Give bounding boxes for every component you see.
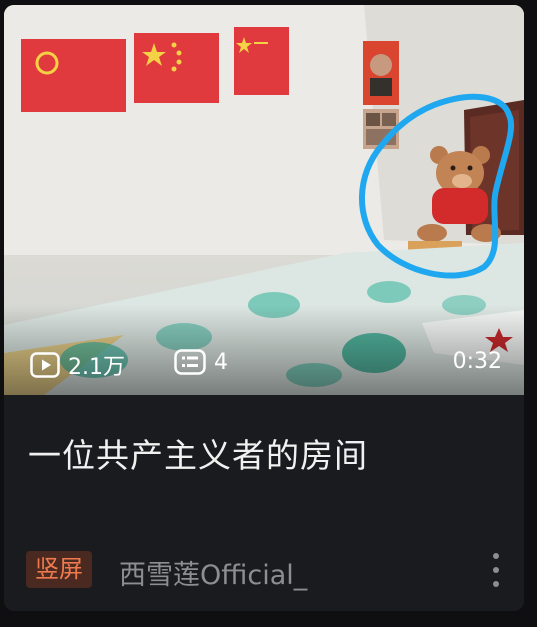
video-title[interactable]: 一位共产主义者的房间 (28, 429, 504, 477)
play-icon (30, 352, 60, 378)
video-card[interactable]: 2.1万 4 0:32 一位共产主义者的房间 竖屏 西雪莲Official_ (4, 5, 524, 611)
author-name[interactable]: 西雪莲Official_ (119, 553, 307, 592)
comment-list-icon (174, 349, 206, 375)
view-count-text: 2.1万 (68, 355, 125, 380)
comment-count-text: 4 (214, 349, 228, 375)
more-vertical-icon (493, 553, 499, 559)
flag-3 (234, 27, 289, 95)
vertical-screen-badge: 竖屏 (26, 551, 92, 588)
more-options-button[interactable] (486, 553, 506, 587)
video-duration: 0:32 (452, 349, 502, 374)
flag-2 (134, 33, 219, 103)
comment-count: 4 (174, 349, 228, 375)
flag-1 (21, 39, 126, 112)
view-count: 2.1万 (30, 349, 125, 381)
video-thumbnail[interactable]: 2.1万 4 0:32 (4, 5, 524, 395)
